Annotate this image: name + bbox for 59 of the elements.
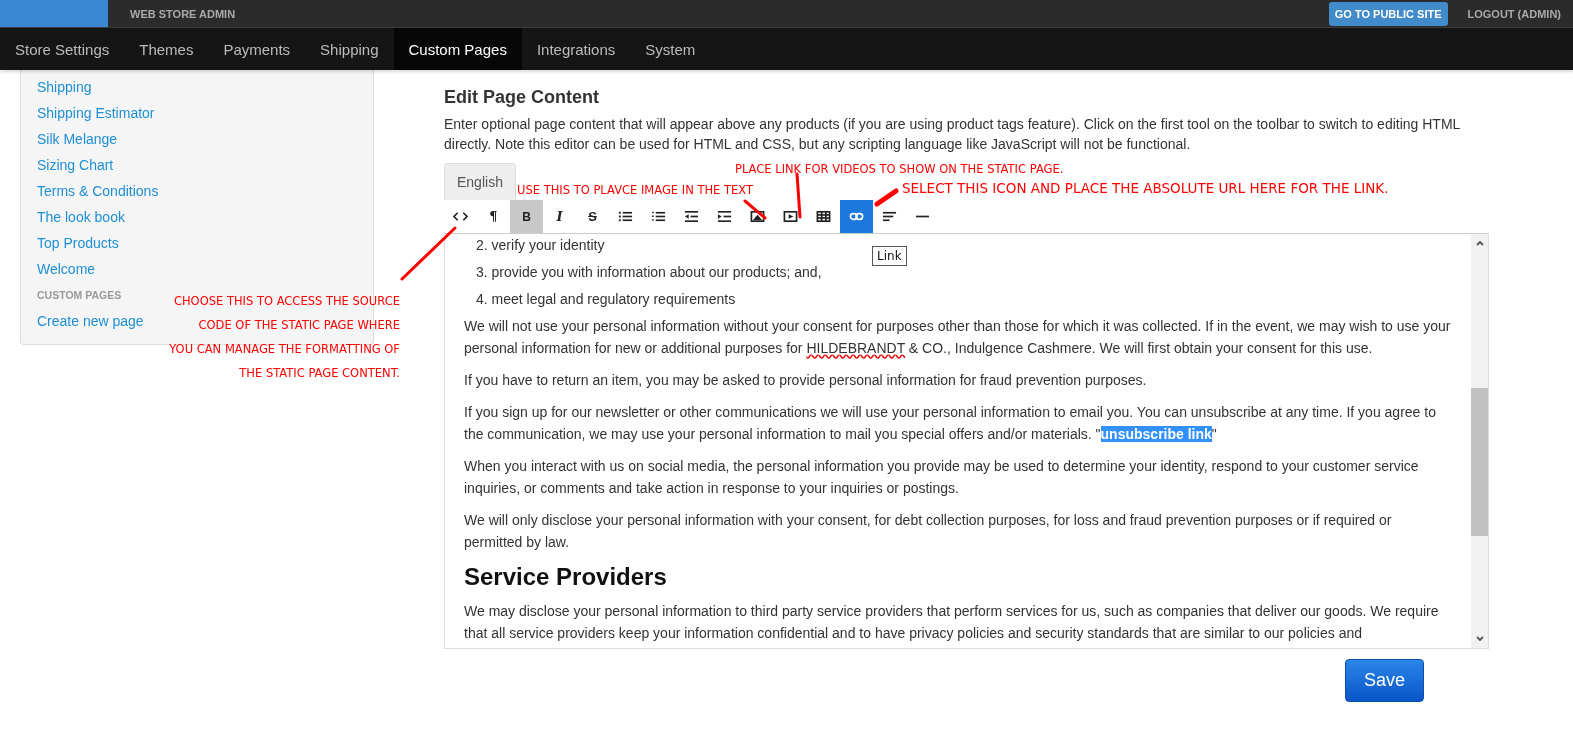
annotation-note: SELECT THIS ICON AND PLACE THE ABSOLUTE URL HERE FOR THE LINK. [902,180,1389,196]
section-heading: Edit Page Content [444,87,600,108]
list-item: 4. meet legal and regulatory requirements [476,290,736,309]
language-tab[interactable]: English [444,163,516,200]
annotation-line [795,172,802,219]
paragraph: We will not use your personal information without your consent for purposes other than those for which it was collected. If in the event, we may wish to use your personal information for new or additional purposes for HILDEBRANDT & CO., Indulgence Cashmere. We will first obtain your consent for this use. [464,317,1451,358]
sidebar-item[interactable]: Shipping [37,74,92,100]
sidebar-item[interactable]: Top Products [37,230,119,256]
paragraph: If you sign up for our newsletter or other communications we will use your personal information to email you. You can unsubscribe at any time. If you agree to the communication, we may use your personal information to mail you special offers and/or materials. "unsubscribe link" [464,403,1437,444]
annotation-note: CHOOSE THIS TO ACCESS THE SOURCE CODE OF THE STATIC PAGE WHERE YOU CAN MANAGE THE FORMATTING OF THE STATIC PAGE CONTENT. [169,293,400,382]
nav-tab[interactable]: Custom Pages [393,28,522,70]
list-item: 2. verify your identity [476,236,605,255]
sidebar-item[interactable]: The look book [37,204,125,230]
italic-button[interactable]: I [543,200,576,233]
sidebar-item[interactable]: Shipping Estimator [37,100,155,126]
description-text: Enter optional page content that will appear above any products (if you are using product tags feature). Click on the first tool on the toolbar to switch to editing HTML directly. Note this editor can be used for HTML and CSS, but any scripting language like JavaScript will not be functional. [444,115,1461,154]
public-site-button[interactable]: GO TO PUBLIC SITE [1328,1,1448,26]
scrollbar[interactable] [1471,234,1488,648]
nav-tab[interactable]: Payments [208,28,306,70]
annotation-line [874,188,899,207]
sidebar-item[interactable]: Create new page [37,308,144,334]
align-left-icon [882,209,897,224]
table-icon [816,209,831,224]
scrollbar-thumb[interactable] [1471,388,1488,536]
nav-tab[interactable]: Store Settings [0,28,125,70]
bold-button[interactable]: B [510,200,543,233]
paragraph: We will only disclose your personal information with your consent, for debt collection purposes, for loss and fraud prevention purposes or if required or permitted by law. [464,511,1393,552]
editor-area[interactable] [444,233,1489,649]
annotation-line [743,199,767,220]
annotation-line [400,226,457,281]
nav-tab[interactable]: Shipping [305,28,394,70]
sidebar-item[interactable]: Silk Melange [37,126,118,152]
logout-link[interactable]: LOGOUT (ADMIN) [1467,7,1561,20]
image-icon [750,209,765,224]
paragraph: When you interact with us on social media, the personal information you provide may be used to determine your identity, respond to your customer service inquiries, or comments and take action in response to your inquiries or postings. [464,457,1420,498]
outdent-icon [684,209,699,224]
paragraph: We may disclose your personal information to third party service providers that perform services for us, such as companies that deliver our goods. We require that all service providers keep your information confidential and to have privacy policies and security standards that are similar to our policies and [464,602,1440,643]
annotation-note: PLACE LINK FOR VIDEOS TO SHOW ON THE STATIC PAGE. [735,162,1064,176]
nav-tab[interactable]: Themes [124,28,209,70]
play-icon [783,209,798,224]
sidebar-section-header: CUSTOM PAGES [37,288,122,303]
save-button[interactable]: Save [1345,659,1424,702]
list-item: 3. provide you with information about our products; and, [476,263,822,282]
sidebar-item[interactable]: Sizing Chart [37,152,114,178]
bulleted-list-icon [618,209,633,224]
tooltip: Link [872,246,907,266]
annotation-note: USE THIS TO PLAVCE IMAGE IN THE TEXT [517,183,753,197]
sidebar-item[interactable]: Terms & Conditions [37,178,159,204]
paragraph: If you have to return an item, you may be asked to provide personal information for fraud prevention purposes. [464,371,1148,390]
nav-tab[interactable]: System [630,28,711,70]
sidebar-item[interactable]: Welcome [37,256,96,282]
content-heading: Service Providers [464,563,668,591]
paragraph-button[interactable]: ¶ [477,200,510,233]
numbered-list-icon [651,209,666,224]
nav-tab[interactable]: Integrations [521,28,631,70]
indent-icon [717,209,732,224]
link-button[interactable] [840,200,873,233]
admin-title: WEB STORE ADMIN [130,7,236,20]
strikethrough-button[interactable]: S [576,200,609,233]
